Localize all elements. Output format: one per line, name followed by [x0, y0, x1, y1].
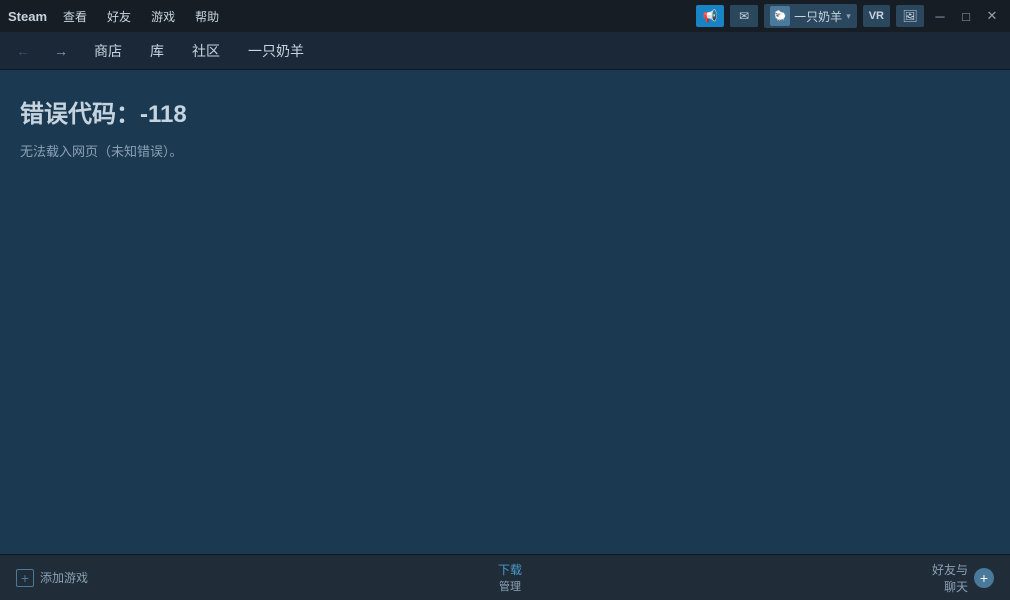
nav-bar: ← → 商店 库 社区 一只奶羊 — [0, 32, 1010, 70]
error-code-title: 错误代码：-118 — [20, 94, 990, 129]
nav-library[interactable]: 库 — [144, 37, 170, 65]
friends-add-icon: + — [974, 568, 994, 588]
close-button[interactable]: ✕ — [982, 6, 1002, 26]
minimize-button[interactable]: ─ — [930, 6, 950, 26]
menu-item-help[interactable]: 帮助 — [191, 6, 223, 27]
back-button[interactable]: ← — [12, 40, 34, 62]
maximize-button[interactable]: □ — [956, 6, 976, 26]
friends-chat-label: 好友与 聊天 — [932, 561, 968, 595]
plus-icon: + — [16, 569, 34, 587]
forward-button[interactable]: → — [50, 40, 72, 62]
nav-community[interactable]: 社区 — [186, 37, 226, 65]
broadcast-button[interactable]: 📢 — [696, 5, 724, 27]
chevron-down-icon: ▾ — [846, 11, 851, 22]
steam-logo: Steam — [8, 9, 47, 24]
downloads-button[interactable]: 下载 管理 — [498, 561, 522, 594]
title-bar: Steam 查看 好友 游戏 帮助 📢 ✉ 🐑 一只奶羊 ▾ VR 🖼 ─ □ … — [0, 0, 1010, 32]
menu-item-games[interactable]: 游戏 — [147, 6, 179, 27]
add-game-label: 添加游戏 — [40, 569, 88, 586]
screenshot-button[interactable]: 🖼 — [896, 5, 924, 27]
username-text: 一只奶羊 — [794, 8, 842, 25]
status-bar: + 添加游戏 下载 管理 好友与 聊天 + — [0, 554, 1010, 600]
messages-button[interactable]: ✉ — [730, 5, 758, 27]
friends-chat-button[interactable]: 好友与 聊天 + — [932, 561, 994, 595]
menu-item-view[interactable]: 查看 — [59, 6, 91, 27]
title-bar-right: 📢 ✉ 🐑 一只奶羊 ▾ VR 🖼 ─ □ ✕ — [696, 4, 1002, 28]
vr-button[interactable]: VR — [863, 5, 890, 27]
nav-profile[interactable]: 一只奶羊 — [242, 37, 310, 65]
add-game-button[interactable]: + 添加游戏 — [16, 569, 88, 587]
nav-store[interactable]: 商店 — [88, 37, 128, 65]
manage-label: 管理 — [499, 578, 521, 594]
title-bar-left: Steam 查看 好友 游戏 帮助 — [8, 6, 696, 27]
menu-item-friends[interactable]: 好友 — [103, 6, 135, 27]
error-description: 无法载入网页（未知错误）。 — [20, 141, 990, 160]
avatar: 🐑 — [770, 6, 790, 26]
download-label: 下载 — [498, 561, 522, 578]
main-content: 错误代码：-118 无法载入网页（未知错误）。 — [0, 70, 1010, 554]
user-area[interactable]: 🐑 一只奶羊 ▾ — [764, 4, 857, 28]
